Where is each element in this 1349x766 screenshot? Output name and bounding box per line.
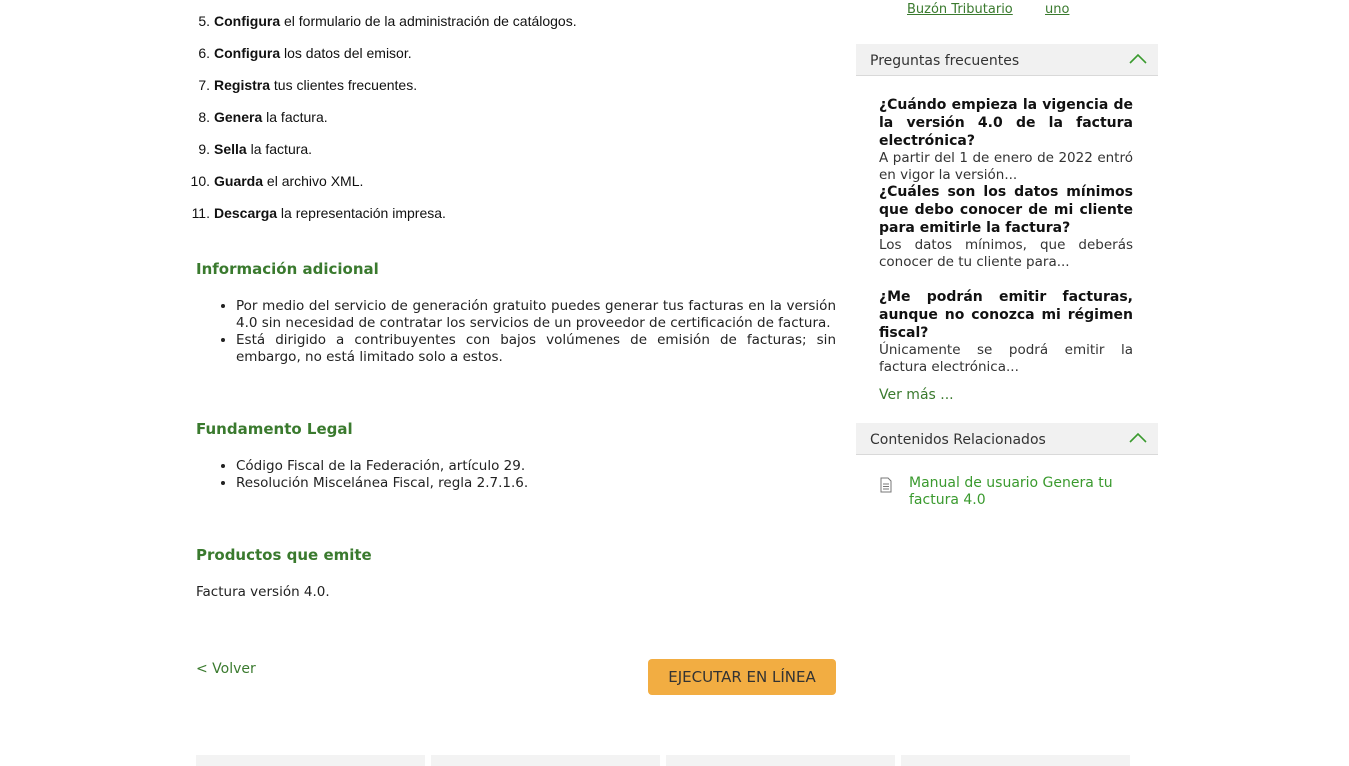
step-text: el formulario de la administración de ca… [280, 13, 577, 29]
faq-question[interactable]: ¿Cuáles son los datos mínimos que debo c… [879, 183, 1133, 237]
chevron-up-icon[interactable] [1128, 431, 1148, 445]
faq-item[interactable]: ¿Cuáles son los datos mínimos que debo c… [879, 183, 1133, 271]
step-verb: Sella [214, 141, 247, 157]
step-verb: Configura [214, 13, 281, 29]
step-text: el archivo XML. [263, 173, 364, 189]
step-verb: Guarda [214, 173, 264, 189]
legal-title: Fundamento Legal [196, 420, 353, 438]
step-number: 7. [198, 77, 210, 93]
legal-item: Resolución Miscelánea Fiscal, regla 2.7.… [236, 475, 836, 492]
step-number: 8. [198, 109, 210, 125]
faq-answer: Únicamente se podrá emitir la factura el… [879, 342, 1133, 375]
related-panel-header[interactable]: Contenidos Relacionados [856, 423, 1158, 455]
step-text: tus clientes frecuentes. [270, 77, 418, 93]
manual-link[interactable]: Manual de usuario Genera tu factura 4.0 [909, 475, 1149, 509]
step-item: 6. Configura los datos del emisor. [196, 44, 577, 76]
step-text: los datos del emisor. [280, 45, 412, 61]
related-panel-title: Contenidos Relacionados [870, 432, 1046, 448]
info-item: Por medio del servicio de generación gra… [236, 298, 836, 332]
see-more-link[interactable]: Ver más ... [879, 387, 954, 403]
faq-panel-title: Preguntas frecuentes [870, 53, 1020, 69]
uno-link[interactable]: uno [1045, 2, 1069, 17]
steps-list: 5. Configura el formulario de la administ… [191, 12, 577, 236]
faq-answer: Los datos mínimos, que deberás conocer d… [879, 237, 1133, 270]
step-item: 8. Genera la factura. [196, 108, 577, 140]
faq-panel-header[interactable]: Preguntas frecuentes [856, 44, 1158, 76]
step-item: 5. Configura el formulario de la administ… [196, 12, 577, 44]
step-item: 7. Registra tus clientes frecuentes. [196, 76, 577, 108]
run-online-button[interactable]: EJECUTAR EN LÍNEA [648, 659, 836, 695]
faq-answer: A partir del 1 de enero de 2022 entró en… [879, 150, 1133, 183]
products-title: Productos que emite [196, 546, 372, 564]
legal-list: Código Fiscal de la Federación, artículo… [196, 458, 836, 492]
products-text: Factura versión 4.0. [196, 584, 330, 600]
step-item: 11. Descarga la representación impresa. [192, 204, 577, 236]
footer-tab[interactable] [901, 755, 1130, 766]
chevron-up-icon[interactable] [1128, 52, 1148, 66]
faq-question[interactable]: ¿Me podrán emitir facturas, aunque no co… [879, 288, 1133, 342]
info-list: Por medio del servicio de generación gra… [196, 298, 836, 366]
legal-item: Código Fiscal de la Federación, artículo… [236, 458, 836, 475]
footer-tabs [196, 755, 1130, 766]
faq-item[interactable]: ¿Me podrán emitir facturas, aunque no co… [879, 288, 1133, 376]
step-text: la factura. [262, 109, 328, 125]
step-number: 9. [198, 141, 210, 157]
step-verb: Registra [214, 77, 271, 93]
step-text: la factura. [246, 141, 313, 157]
step-number: 5. [198, 13, 210, 29]
step-number: 10. [190, 173, 210, 189]
footer-tab[interactable] [666, 755, 895, 766]
step-verb: Genera [214, 109, 263, 125]
step-item: 9. Sella la factura. [196, 140, 577, 172]
buzon-tributario-link[interactable]: Buzón Tributario [907, 2, 1013, 17]
step-verb: Descarga [214, 205, 278, 221]
document-icon [880, 477, 892, 493]
step-number: 6. [198, 45, 210, 61]
faq-question[interactable]: ¿Cuándo empieza la vigencia de la versió… [879, 96, 1133, 150]
info-title: Información adicional [196, 260, 379, 278]
footer-tab[interactable] [196, 755, 425, 766]
step-number: 11. [191, 205, 210, 221]
step-text: la representación impresa. [277, 205, 446, 221]
back-link[interactable]: < Volver [196, 661, 256, 677]
step-item: 10. Guarda el archivo XML. [191, 172, 577, 204]
step-verb: Configura [214, 45, 281, 61]
faq-item[interactable]: ¿Cuándo empieza la vigencia de la versió… [879, 96, 1133, 184]
info-item: Está dirigido a contribuyentes con bajos… [236, 332, 836, 366]
footer-tab[interactable] [431, 755, 660, 766]
